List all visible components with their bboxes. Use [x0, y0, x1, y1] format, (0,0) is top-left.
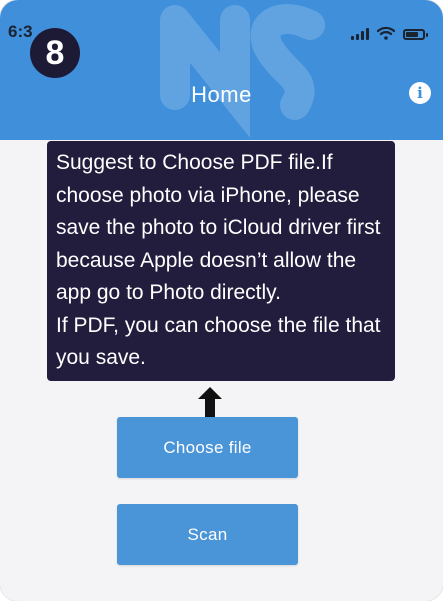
info-icon[interactable]: i [409, 82, 431, 104]
step-number-badge: 8 [30, 28, 80, 78]
scan-button[interactable]: Scan [117, 504, 298, 565]
watermark [160, 4, 325, 138]
battery-icon [403, 29, 428, 40]
tooltip-paragraph-1: Suggest to Choose PDF file.If choose pho… [56, 151, 381, 304]
app-header: 6:3 8 Home i [0, 0, 443, 140]
wifi-icon [377, 26, 395, 40]
page-title: Home [191, 82, 252, 107]
signal-icon [351, 28, 369, 40]
tooltip-paragraph-2: If PDF, you can choose the file that you… [56, 313, 381, 370]
choose-file-button[interactable]: Choose file [117, 417, 298, 478]
arrow-up-icon [198, 387, 222, 417]
status-time: 6:3 [8, 22, 33, 41]
instruction-tooltip: Suggest to Choose PDF file.If choose pho… [47, 141, 395, 381]
phone-screen: 6:3 8 Home i Suggest to Choose PDF file.… [0, 0, 443, 601]
status-icons [351, 26, 428, 40]
